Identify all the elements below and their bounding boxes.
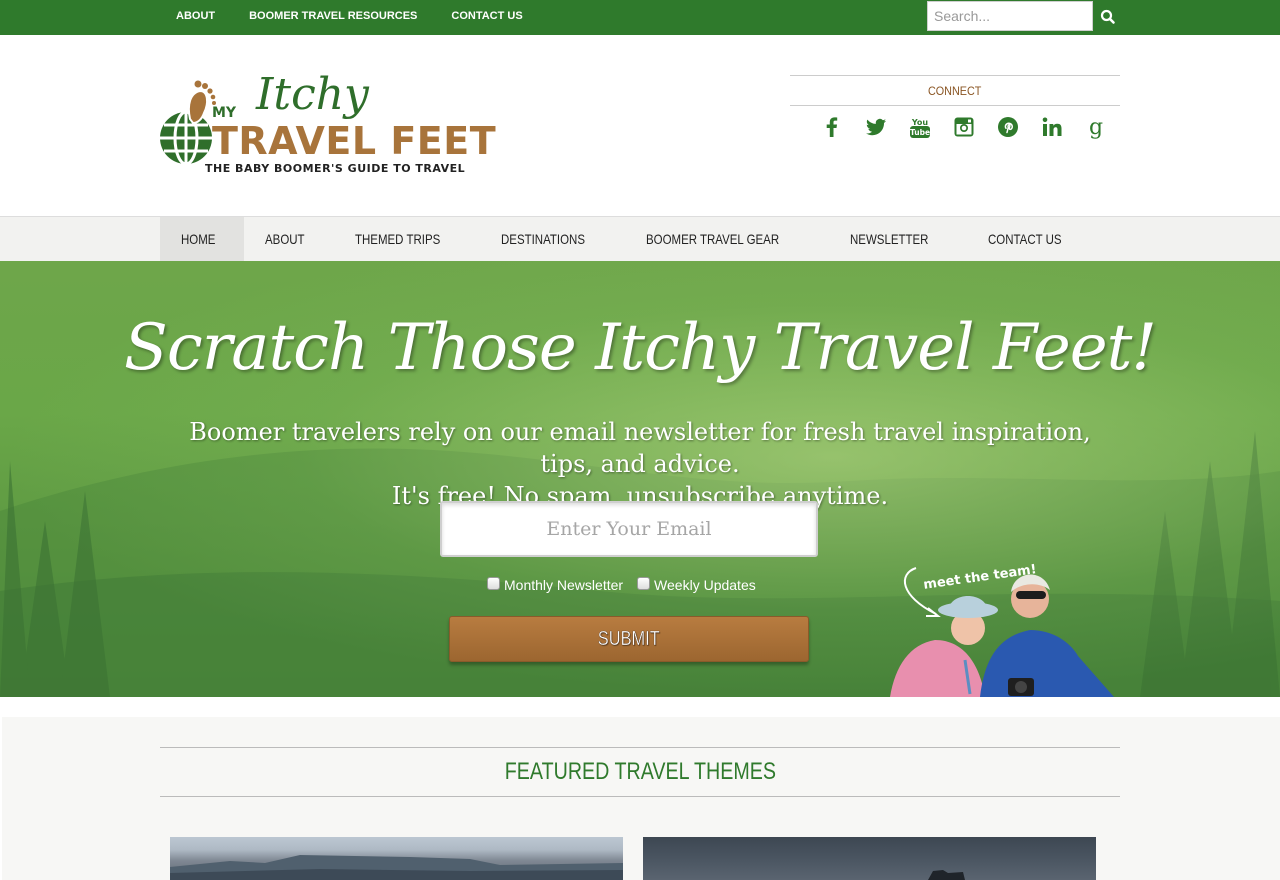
- featured-header: FEATURED TRAVEL THEMES: [160, 747, 1120, 797]
- landscape-image: [928, 870, 965, 880]
- top-nav-boomer-travel-resources[interactable]: BOOMER TRAVEL RESOURCES: [232, 0, 434, 35]
- theme-thumbnail-2[interactable]: [643, 837, 1096, 880]
- linkedin-icon[interactable]: [1030, 115, 1074, 141]
- hero-title: Scratch Those Itchy Travel Feet!: [124, 311, 1157, 385]
- nav-about-label: ABOUT: [265, 231, 305, 247]
- hero-subtitle-line-1: Boomer travelers rely on our email newsl…: [189, 418, 1091, 478]
- meet-the-team-link[interactable]: meet the team!: [880, 556, 1120, 697]
- featured-section: FEATURED TRAVEL THEMES: [0, 697, 1280, 880]
- top-nav-contact-us[interactable]: CONTACT US: [434, 0, 539, 35]
- search-icon[interactable]: [1099, 8, 1117, 26]
- canyon-image: [170, 855, 623, 880]
- top-nav-about[interactable]: ABOUT: [160, 0, 232, 35]
- search-input[interactable]: [927, 1, 1093, 31]
- logo-tagline: THE BABY BOOMER'S GUIDE TO TRAVEL: [205, 162, 466, 175]
- svg-text:You: You: [911, 118, 929, 127]
- nav-newsletter-label: NEWSLETTER: [849, 231, 929, 247]
- hero-newsletter-signup: Scratch Those Itchy Travel Feet! Boomer …: [0, 261, 1280, 697]
- nav-destinations[interactable]: DESTINATIONS: [480, 217, 624, 261]
- nav-about[interactable]: ABOUT: [244, 217, 334, 261]
- nav-contact-us-label: CONTACT US: [987, 231, 1062, 247]
- svg-text:g: g: [1089, 115, 1103, 139]
- social-links: You Tube g: [810, 115, 1118, 141]
- hero-subtitle: Boomer travelers rely on our email newsl…: [160, 416, 1120, 512]
- nav-home-label: HOME: [181, 231, 216, 247]
- email-field[interactable]: [440, 501, 818, 557]
- nav-contact-us[interactable]: CONTACT US: [967, 217, 1099, 261]
- nav-newsletter[interactable]: NEWSLETTER: [829, 217, 967, 261]
- logo-itchy: Itchy: [256, 69, 369, 120]
- svg-text:Tube: Tube: [910, 128, 930, 137]
- connect-header: CONNECT: [790, 75, 1120, 106]
- main-nav: HOME ABOUT THEMED TRIPS DESTINATIONS BOO…: [0, 216, 1280, 261]
- theme-thumbnail-1[interactable]: [170, 837, 623, 880]
- top-bar: ABOUT BOOMER TRAVEL RESOURCES CONTACT US: [0, 0, 1280, 35]
- logo-travel-feet: TRAVEL FEET: [212, 119, 497, 163]
- facebook-icon[interactable]: [810, 115, 854, 141]
- option-monthly-newsletter[interactable]: Monthly Newsletter: [487, 576, 624, 593]
- google-plus-icon[interactable]: g: [1074, 115, 1118, 141]
- weekly-updates-label: Weekly Updates: [654, 577, 756, 593]
- submit-button[interactable]: SUBMIT: [449, 616, 809, 662]
- nav-boomer-travel-gear-label: BOOMER TRAVEL GEAR: [645, 231, 779, 247]
- pinterest-icon[interactable]: [986, 115, 1030, 141]
- nav-destinations-label: DESTINATIONS: [501, 231, 586, 247]
- youtube-icon[interactable]: You Tube: [898, 115, 942, 141]
- nav-themed-trips[interactable]: THEMED TRIPS: [334, 217, 480, 261]
- connect-label: CONNECT: [928, 84, 982, 98]
- monthly-newsletter-checkbox[interactable]: [487, 576, 500, 590]
- monthly-newsletter-label: Monthly Newsletter: [504, 577, 624, 593]
- submit-button-label: SUBMIT: [598, 628, 660, 650]
- option-weekly-updates[interactable]: Weekly Updates: [637, 576, 756, 593]
- site-logo[interactable]: MY Itchy TRAVEL FEET THE BABY BOOMER'S G…: [160, 69, 496, 181]
- nav-themed-trips-label: THEMED TRIPS: [355, 231, 441, 247]
- twitter-icon[interactable]: [854, 115, 898, 141]
- featured-title: FEATURED TRAVEL THEMES: [504, 758, 776, 785]
- nav-home[interactable]: HOME: [160, 217, 244, 261]
- site-header: MY Itchy TRAVEL FEET THE BABY BOOMER'S G…: [0, 35, 1280, 217]
- newsletter-options: Monthly Newsletter Weekly Updates: [487, 576, 770, 593]
- weekly-updates-checkbox[interactable]: [637, 576, 651, 590]
- nav-boomer-travel-gear[interactable]: BOOMER TRAVEL GEAR: [625, 217, 829, 261]
- instagram-icon[interactable]: [942, 115, 986, 141]
- top-nav: ABOUT BOOMER TRAVEL RESOURCES CONTACT US: [160, 0, 540, 35]
